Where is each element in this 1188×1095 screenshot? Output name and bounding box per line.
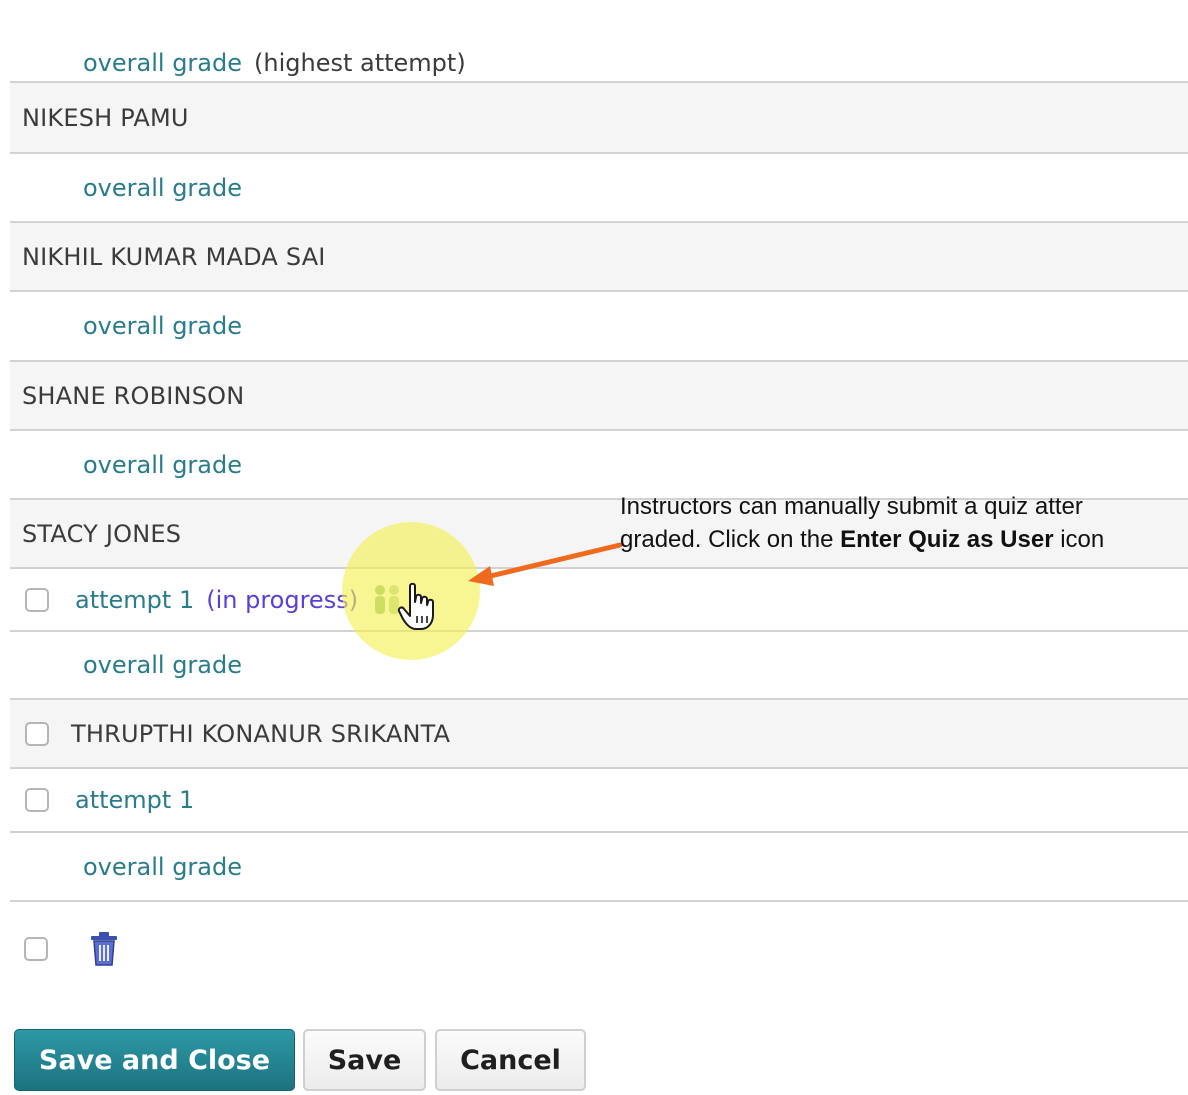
user-checkbox[interactable] — [25, 721, 49, 746]
instruction-callout: Instructors can manually submit a quiz a… — [620, 490, 1188, 556]
user-row: SHANE ROBINSON — [10, 362, 1188, 431]
user-row: THRUPTHI KONANUR SRIKANTA — [10, 700, 1188, 769]
save-and-close-button[interactable]: Save and Close — [14, 1029, 295, 1091]
callout-emphasis: Enter Quiz as User — [840, 526, 1054, 553]
overall-grade-link[interactable]: overall grade — [83, 651, 242, 679]
overall-grade-link[interactable]: overall grade — [83, 49, 242, 77]
grade-row: overall grade — [10, 632, 1188, 700]
attempt-checkbox[interactable] — [25, 788, 49, 812]
bulk-actions-row — [24, 930, 120, 968]
user-name: NIKHIL KUMAR MADA SAI — [22, 242, 326, 271]
overall-grade-link[interactable]: overall grade — [83, 853, 242, 881]
annotation-arrow — [468, 542, 623, 586]
user-name: SHANE ROBINSON — [22, 381, 245, 410]
attempt-checkbox[interactable] — [25, 587, 49, 612]
trash-icon[interactable] — [88, 930, 120, 968]
grades-list: overall grade (highest attempt) NIKESH P… — [10, 43, 1188, 902]
cancel-button[interactable]: Cancel — [435, 1029, 586, 1091]
user-row: NIKESH PAMU — [10, 83, 1188, 154]
save-button[interactable]: Save — [303, 1029, 426, 1091]
attempt-link[interactable]: attempt 1 — [75, 586, 194, 614]
overall-grade-link[interactable]: overall grade — [83, 174, 242, 202]
select-all-checkbox[interactable] — [24, 937, 48, 961]
overall-grade-link[interactable]: overall grade — [83, 451, 242, 479]
callout-line-1: Instructors can manually submit a quiz a… — [620, 493, 1083, 520]
grade-row-partial: overall grade (highest attempt) — [10, 43, 1188, 83]
grade-row: overall grade — [10, 292, 1188, 362]
grade-row: overall grade — [10, 833, 1188, 902]
user-row: NIKHIL KUMAR MADA SAI — [10, 223, 1188, 292]
form-buttons: Save and Close Save Cancel — [14, 1029, 586, 1091]
attempt-link[interactable]: attempt 1 — [75, 786, 194, 814]
grade-note: (highest attempt) — [254, 49, 466, 77]
user-name: NIKESH PAMU — [22, 103, 189, 132]
callout-line-2: graded. Click on the Enter Quiz as User … — [620, 526, 1105, 553]
user-name: STACY JONES — [22, 519, 182, 548]
overall-grade-link[interactable]: overall grade — [83, 312, 242, 340]
attempt-row: attempt 1 — [10, 769, 1188, 833]
top-margin — [0, 0, 1188, 43]
grade-row: overall grade — [10, 154, 1188, 223]
attempt-status: (in progress) — [206, 585, 359, 614]
user-name: THRUPTHI KONANUR SRIKANTA — [71, 719, 451, 748]
hand-cursor-icon — [397, 582, 434, 630]
